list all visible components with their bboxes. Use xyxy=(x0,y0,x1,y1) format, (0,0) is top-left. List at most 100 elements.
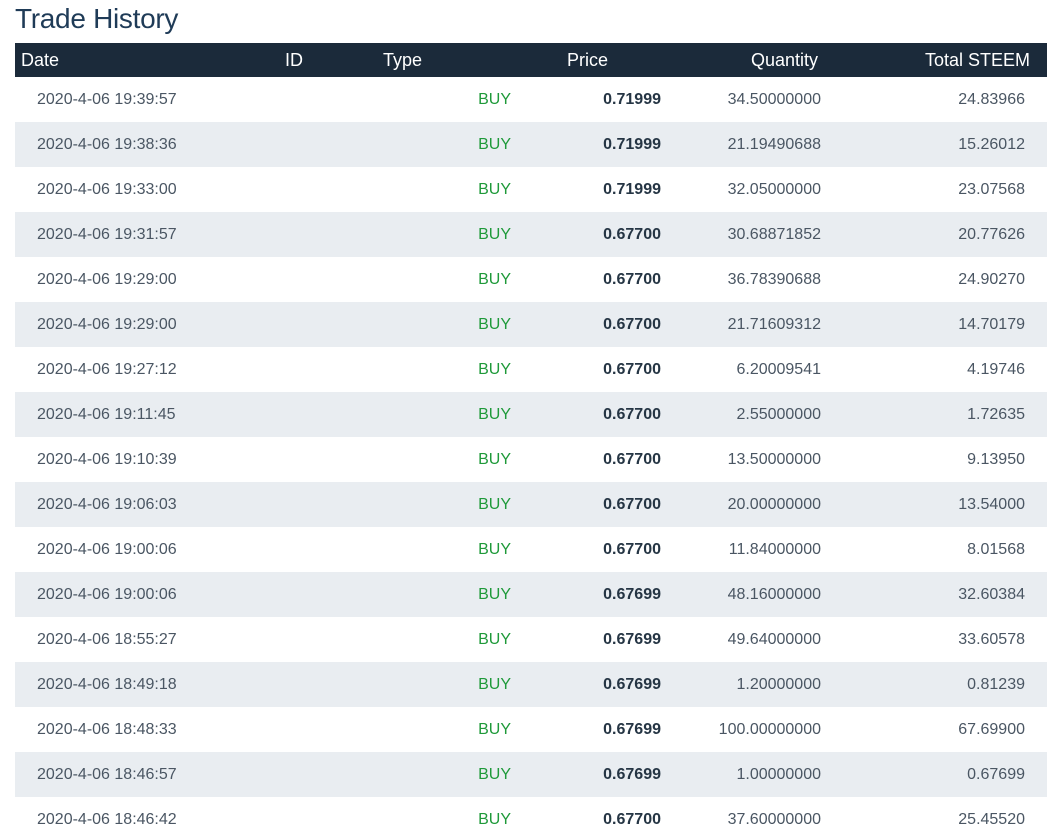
table-row: 2020-4-06 19:29:00 BUY 0.67700 21.71609312 1… xyxy=(15,302,1047,347)
table-row: 2020-4-06 19:31:57 BUY 0.67700 30.68871852 2… xyxy=(15,212,1047,257)
trade-quantity-cell: 34.50000000 xyxy=(727,91,821,108)
trade-total-cell: 13.54000 xyxy=(958,496,1025,513)
trade-type-cell: BUY xyxy=(478,406,511,423)
trade-date-cell: 2020-4-06 19:29:00 xyxy=(37,271,177,288)
trade-id-cell xyxy=(285,212,369,257)
trade-quantity-cell: 32.05000000 xyxy=(727,181,821,198)
trade-price-cell: 0.71999 xyxy=(603,91,661,108)
trade-date-cell: 2020-4-06 19:06:03 xyxy=(37,496,177,513)
trade-quantity-cell: 20.00000000 xyxy=(727,496,821,513)
trade-quantity-cell: 37.60000000 xyxy=(727,811,821,828)
trade-quantity-cell: 100.00000000 xyxy=(718,721,821,738)
trade-total-cell: 23.07568 xyxy=(958,181,1025,198)
trade-id-cell xyxy=(285,707,369,752)
trade-type-cell: BUY xyxy=(478,631,511,648)
trade-quantity-cell: 13.50000000 xyxy=(727,451,821,468)
trade-type-cell: BUY xyxy=(478,226,511,243)
trade-date-cell: 2020-4-06 19:00:06 xyxy=(37,541,177,558)
column-header-id[interactable]: ID xyxy=(285,43,369,77)
trade-history-table-container: Date ID Type Price Quantity Total STEEM … xyxy=(15,43,1047,831)
trade-quantity-cell: 49.64000000 xyxy=(727,631,821,648)
trade-total-cell: 33.60578 xyxy=(958,631,1025,648)
table-row: 2020-4-06 18:46:42 BUY 0.67700 37.60000000 2… xyxy=(15,797,1047,831)
trade-total-cell: 25.45520 xyxy=(958,811,1025,828)
trade-type-cell: BUY xyxy=(478,766,511,783)
trade-total-cell: 1.72635 xyxy=(967,406,1025,423)
trade-total-cell: 4.19746 xyxy=(967,361,1025,378)
trade-date-cell: 2020-4-06 19:10:39 xyxy=(37,451,177,468)
trade-type-cell: BUY xyxy=(478,676,511,693)
trade-total-cell: 0.81239 xyxy=(967,676,1025,693)
trade-id-cell xyxy=(285,482,369,527)
trade-type-cell: BUY xyxy=(478,361,511,378)
trade-total-cell: 67.69900 xyxy=(958,721,1025,738)
trade-price-cell: 0.67699 xyxy=(603,631,661,648)
trade-price-cell: 0.67700 xyxy=(603,541,661,558)
trade-date-cell: 2020-4-06 19:38:36 xyxy=(37,136,177,153)
trade-date-cell: 2020-4-06 19:27:12 xyxy=(37,361,177,378)
trade-price-cell: 0.67700 xyxy=(603,271,661,288)
trade-date-cell: 2020-4-06 19:39:57 xyxy=(37,91,177,108)
table-body: 2020-4-06 19:39:57 BUY 0.71999 34.50000000 2… xyxy=(15,77,1047,831)
trade-date-cell: 2020-4-06 19:11:45 xyxy=(37,406,176,423)
trade-total-cell: 15.26012 xyxy=(958,136,1025,153)
trade-date-cell: 2020-4-06 19:29:00 xyxy=(37,316,177,333)
trade-id-cell xyxy=(285,392,369,437)
trade-type-cell: BUY xyxy=(478,721,511,738)
trade-type-cell: BUY xyxy=(478,451,511,468)
trade-quantity-cell: 1.20000000 xyxy=(736,676,821,693)
trade-date-cell: 2020-4-06 18:46:42 xyxy=(37,811,177,828)
trade-quantity-cell: 2.55000000 xyxy=(736,406,821,423)
trade-id-cell xyxy=(285,77,369,122)
table-row: 2020-4-06 18:55:27 BUY 0.67699 49.64000000 3… xyxy=(15,617,1047,662)
column-header-quantity[interactable]: Quantity xyxy=(669,43,829,77)
trade-total-cell: 8.01568 xyxy=(967,541,1025,558)
trade-type-cell: BUY xyxy=(478,811,511,828)
column-header-total[interactable]: Total STEEM xyxy=(829,43,1047,77)
trade-price-cell: 0.67699 xyxy=(603,676,661,693)
trade-type-cell: BUY xyxy=(478,136,511,153)
trade-type-cell: BUY xyxy=(478,91,511,108)
column-header-type[interactable]: Type xyxy=(369,43,519,77)
trade-price-cell: 0.67699 xyxy=(603,721,661,738)
column-header-date[interactable]: Date xyxy=(15,43,285,77)
trade-price-cell: 0.67699 xyxy=(603,586,661,603)
table-row: 2020-4-06 18:48:33 BUY 0.67699 100.00000000… xyxy=(15,707,1047,752)
trade-total-cell: 32.60384 xyxy=(958,586,1025,603)
table-row: 2020-4-06 19:33:00 BUY 0.71999 32.05000000 2… xyxy=(15,167,1047,212)
trade-price-cell: 0.67700 xyxy=(603,361,661,378)
page-title: Trade History xyxy=(15,3,179,34)
trade-quantity-cell: 21.19490688 xyxy=(727,136,821,153)
trade-total-cell: 0.67699 xyxy=(967,766,1025,783)
table-row: 2020-4-06 19:27:12 BUY 0.67700 6.20009541 4.… xyxy=(15,347,1047,392)
table-row: 2020-4-06 18:46:57 BUY 0.67699 1.00000000 0.… xyxy=(15,752,1047,797)
trade-type-cell: BUY xyxy=(478,181,511,198)
trade-price-cell: 0.67700 xyxy=(603,451,661,468)
trade-quantity-cell: 11.84000000 xyxy=(728,541,821,558)
trade-type-cell: BUY xyxy=(478,271,511,288)
trade-date-cell: 2020-4-06 18:49:18 xyxy=(37,676,177,693)
trade-date-cell: 2020-4-06 18:48:33 xyxy=(37,721,177,738)
table-row: 2020-4-06 19:38:36 BUY 0.71999 21.19490688 1… xyxy=(15,122,1047,167)
trade-date-cell: 2020-4-06 19:00:06 xyxy=(37,586,177,603)
trade-type-cell: BUY xyxy=(478,541,511,558)
trade-type-cell: BUY xyxy=(478,316,511,333)
trade-quantity-cell: 36.78390688 xyxy=(727,271,821,288)
trade-price-cell: 0.67699 xyxy=(603,766,661,783)
table-row: 2020-4-06 18:49:18 BUY 0.67699 1.20000000 0.… xyxy=(15,662,1047,707)
trade-type-cell: BUY xyxy=(478,496,511,513)
trade-id-cell xyxy=(285,122,369,167)
trade-quantity-cell: 48.16000000 xyxy=(727,586,821,603)
table-row: 2020-4-06 19:39:57 BUY 0.71999 34.50000000 2… xyxy=(15,77,1047,122)
trade-total-cell: 20.77626 xyxy=(958,226,1025,243)
trade-id-cell xyxy=(285,527,369,572)
trade-total-cell: 14.70179 xyxy=(958,316,1025,333)
table-row: 2020-4-06 19:00:06 BUY 0.67699 48.16000000 3… xyxy=(15,572,1047,617)
trade-id-cell xyxy=(285,437,369,482)
trade-id-cell xyxy=(285,167,369,212)
column-header-price[interactable]: Price xyxy=(519,43,669,77)
trade-id-cell xyxy=(285,752,369,797)
trade-id-cell xyxy=(285,797,369,831)
trade-history-table: Date ID Type Price Quantity Total STEEM … xyxy=(15,43,1047,831)
table-row: 2020-4-06 19:11:45 BUY 0.67700 2.55000000 1.… xyxy=(15,392,1047,437)
